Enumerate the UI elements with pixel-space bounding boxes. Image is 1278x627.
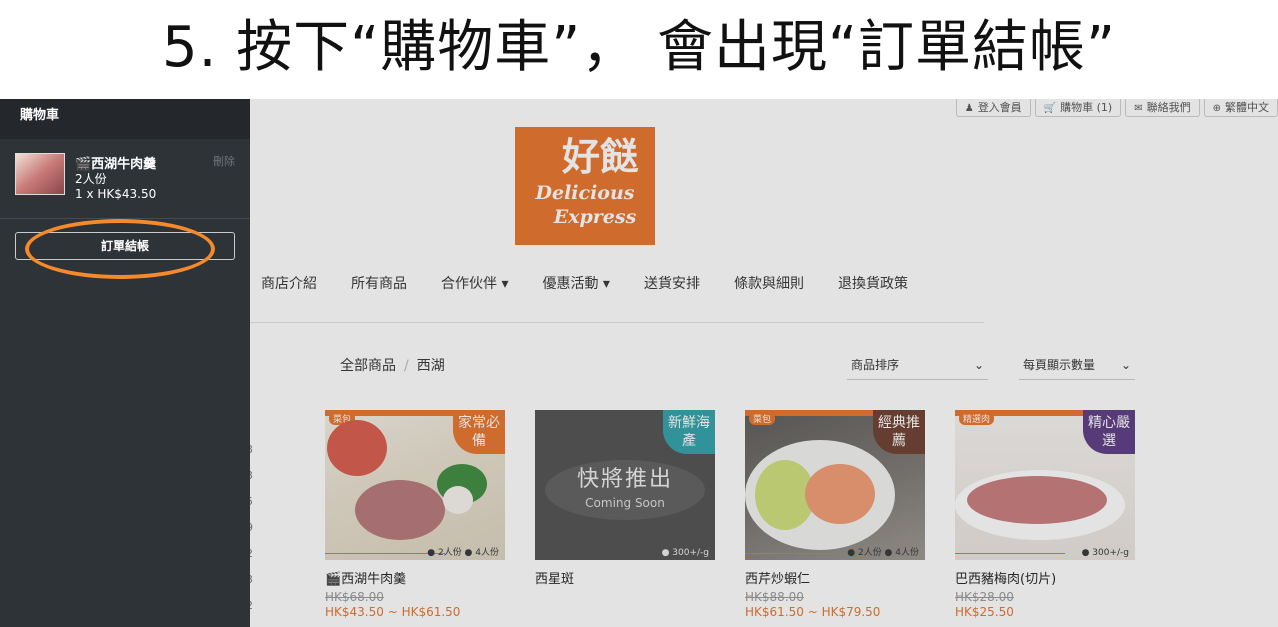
cart-item-qty-price: 1 x HK$43.50 [75,187,157,201]
instruction-caption: 5. 按下“購物車”， 會出現“訂單結帳” [0,0,1278,99]
cart-item-image[interactable] [15,153,65,195]
highlight-annotation-ring [25,219,215,279]
cart-item: 🎬西湖牛肉羹 2人份 1 x HK$43.50 刪除 [0,139,250,219]
cart-item-variant: 2人份 [75,172,107,186]
cart-panel-title: 購物車 [0,99,250,139]
cart-item-delete-link[interactable]: 刪除 [213,153,235,169]
cart-side-panel: 購物車 🎬西湖牛肉羹 2人份 1 x HK$43.50 刪除 訂單結帳 [0,99,250,627]
page-dim-overlay[interactable] [250,99,1278,627]
